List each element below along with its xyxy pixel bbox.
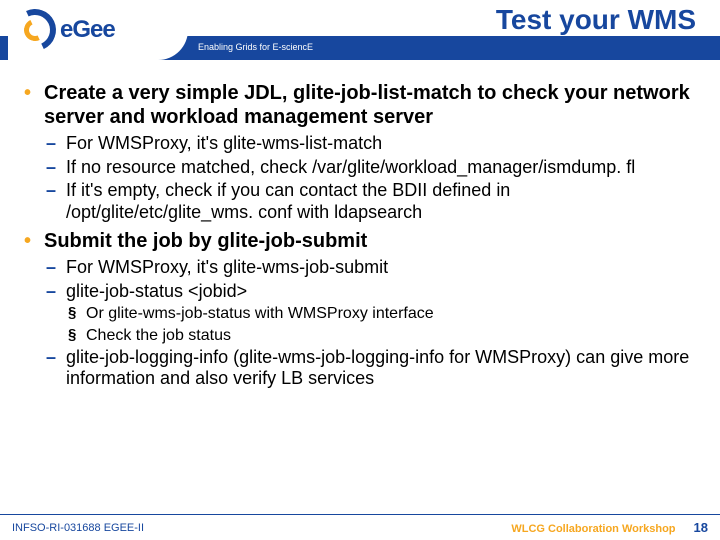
footer-center: WLCG Collaboration Workshop	[511, 523, 675, 535]
bullet-lvl2: If it's empty, check if you can contact …	[44, 180, 700, 223]
bullet-text: If no resource matched, check /var/glite…	[66, 157, 700, 179]
header: eGee Enabling Grids for E-sciencE Test y…	[0, 0, 720, 66]
logo-text: eGee	[60, 16, 115, 44]
slide: eGee Enabling Grids for E-sciencE Test y…	[0, 0, 720, 540]
slide-title: Test your WMS	[496, 4, 696, 36]
bullet-lvl3: Or glite-wms-job-status with WMSProxy in…	[66, 304, 700, 323]
logo-swirl-icon	[8, 3, 62, 57]
bullet-lvl1: Submit the job by glite-job-submit For W…	[20, 230, 700, 390]
bullet-text: For WMSProxy, it's glite-wms-job-submit	[66, 257, 700, 279]
footer: INFSO-RI-031688 EGEE-II WLCG Collaborati…	[0, 514, 720, 540]
egee-logo: eGee	[14, 9, 115, 51]
bullet-text: If it's empty, check if you can contact …	[66, 180, 700, 223]
bullet-text: glite-job-status <jobid>	[66, 281, 700, 303]
bullet-text: Check the job status	[86, 326, 700, 345]
bullet-lvl1: Create a very simple JDL, glite-job-list…	[20, 82, 700, 224]
bullet-text: For WMSProxy, it's glite-wms-list-match	[66, 133, 700, 155]
bullet-lvl2: If no resource matched, check /var/glite…	[44, 157, 700, 179]
bullet-lvl2: For WMSProxy, it's glite-wms-list-match	[44, 133, 700, 155]
bullet-lvl2: For WMSProxy, it's glite-wms-job-submit	[44, 257, 700, 279]
bullet-lvl2: glite-job-logging-info (glite-wms-job-lo…	[44, 347, 700, 390]
bullet-text: Submit the job by glite-job-submit	[44, 230, 700, 254]
logo-wrap: eGee	[8, 0, 188, 60]
bullet-lvl2: glite-job-status <jobid> Or glite-wms-jo…	[44, 281, 700, 345]
bullet-text: Or glite-wms-job-status with WMSProxy in…	[86, 304, 700, 323]
bullet-lvl3: Check the job status	[66, 326, 700, 345]
bullet-text: glite-job-logging-info (glite-wms-job-lo…	[66, 347, 700, 390]
page-number: 18	[694, 520, 708, 535]
content: Create a very simple JDL, glite-job-list…	[20, 76, 700, 500]
bullet-text: Create a very simple JDL, glite-job-list…	[44, 82, 700, 129]
tagline: Enabling Grids for E-sciencE	[198, 42, 313, 52]
footer-left: INFSO-RI-031688 EGEE-II	[12, 522, 144, 534]
